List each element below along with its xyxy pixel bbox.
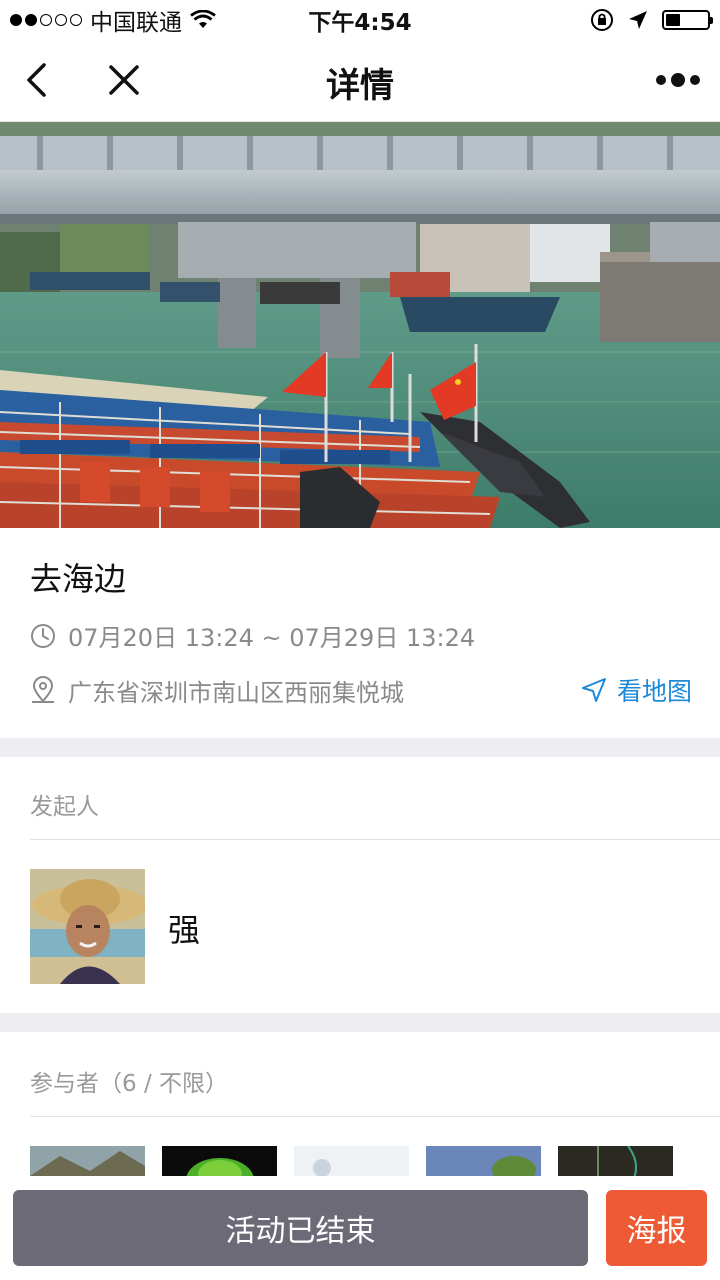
avatar[interactable] (30, 869, 145, 984)
event-cover-image (0, 122, 720, 528)
event-info-section: 去海边 07月20日 13:24 ~ 07月29日 13:24 广东省深圳市南山… (0, 528, 720, 738)
participants-divider (30, 1116, 720, 1117)
view-map-label: 看地图 (616, 677, 692, 706)
location-pin-icon (32, 676, 54, 703)
activity-ended-button[interactable]: 活动已结束 (13, 1190, 588, 1266)
organizer-name: 强 (168, 911, 201, 949)
participants-label: 参与者（6 / 不限） (30, 1071, 229, 1097)
orientation-lock-icon (591, 9, 613, 31)
organizer-label: 发起人 (30, 794, 99, 820)
signal-strength-icon (10, 14, 82, 26)
more-dots-icon (656, 73, 700, 87)
chevron-left-icon (27, 63, 46, 97)
harbor-boats-image (0, 122, 720, 528)
view-map-link[interactable]: 看地图 (581, 672, 692, 708)
more-menu-button[interactable] (650, 58, 706, 102)
battery-icon (662, 10, 713, 30)
navigation-bar: 详情 (0, 40, 720, 122)
bottom-action-bar: 活动已结束 海报 (0, 1176, 720, 1280)
navigation-arrow-icon (581, 678, 606, 702)
back-button[interactable] (14, 58, 58, 102)
event-time-row: 07月20日 13:24 ~ 07月29日 13:24 (30, 618, 475, 653)
organizer-divider (30, 839, 720, 840)
close-button[interactable] (102, 58, 146, 102)
event-location-row: 广东省深圳市南山区西丽集悦城 看地图 (30, 672, 692, 708)
event-time-range: 07月20日 13:24 ~ 07月29日 13:24 (68, 624, 476, 652)
status-bar: 中国联通 下午4:54 (0, 0, 720, 40)
status-right (590, 8, 713, 32)
close-icon (109, 65, 139, 95)
section-divider (0, 738, 720, 758)
poster-button[interactable]: 海报 (606, 1190, 707, 1266)
status-left: 中国联通 (10, 3, 216, 37)
organizer-section: 发起人 强 (0, 757, 720, 1013)
section-divider (0, 1013, 720, 1033)
wifi-icon (190, 10, 216, 28)
battery-level (666, 14, 680, 26)
carrier-name: 中国联通 (90, 10, 182, 36)
location-arrow-icon (629, 11, 647, 29)
event-location-text: 广东省深圳市南山区西丽集悦城 (68, 678, 404, 707)
organizer-avatar-image (30, 869, 145, 984)
event-title: 去海边 (30, 560, 127, 598)
clock-icon (31, 623, 55, 648)
